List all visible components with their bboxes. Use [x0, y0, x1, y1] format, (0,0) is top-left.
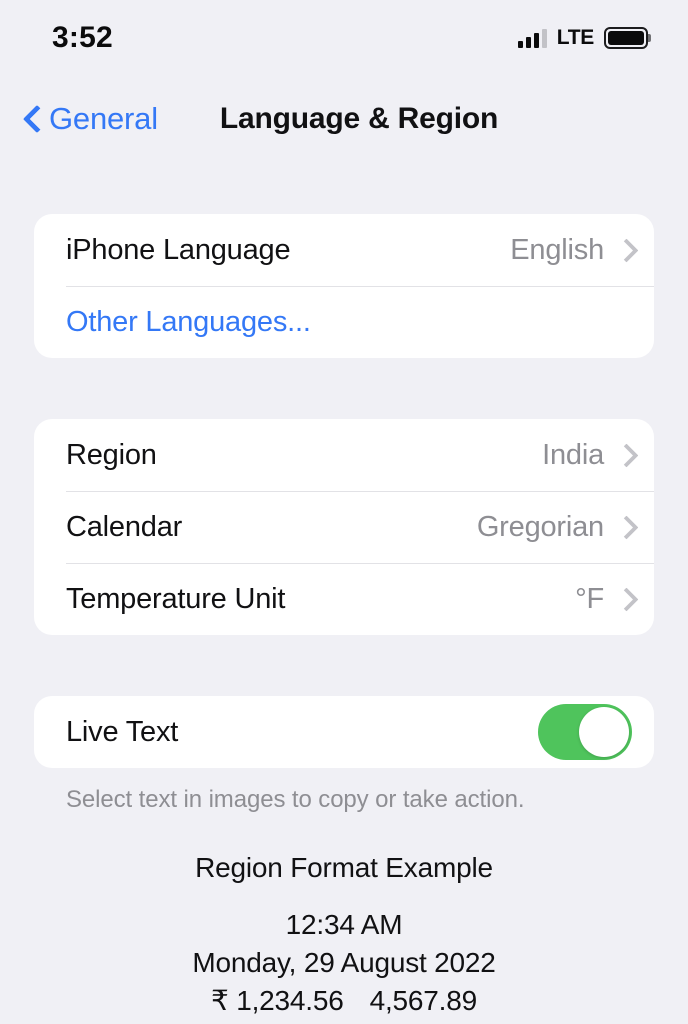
row-region[interactable]: Region India [34, 419, 654, 491]
row-accessory: India [542, 439, 632, 472]
live-text-toggle[interactable] [538, 704, 632, 760]
row-label: iPhone Language [66, 233, 291, 266]
region-format-title: Region Format Example [195, 852, 493, 883]
region-format-numbers: ₹ 1,234.56 4,567.89 [0, 982, 688, 1020]
row-label: Other Languages... [66, 305, 311, 338]
language-group: iPhone Language English Other Languages.… [34, 214, 654, 358]
settings-content: iPhone Language English Other Languages.… [0, 162, 688, 1019]
navigation-bar: General Language & Region [0, 76, 688, 162]
row-accessory: English [510, 234, 632, 267]
row-value: India [542, 438, 604, 471]
row-temperature-unit[interactable]: Temperature Unit °F [34, 563, 654, 635]
row-accessory: Gregorian [477, 511, 632, 544]
chevron-right-icon [618, 443, 632, 467]
signal-bars-icon [517, 28, 547, 48]
region-format-time: 12:34 AM [285, 909, 403, 940]
chevron-right-icon [618, 515, 632, 539]
status-bar: 3:52 LTE [0, 0, 688, 76]
live-text-footnote: Select text in images to copy or take ac… [66, 786, 525, 813]
page-title: Language & Region [219, 102, 499, 135]
chevron-right-icon [618, 238, 632, 262]
status-bar-indicators: LTE [517, 26, 651, 50]
row-label: Calendar [66, 510, 183, 543]
toggle-knob [579, 707, 629, 757]
network-type-label: LTE [556, 26, 595, 49]
region-format-currency: ₹ 1,234.56 [211, 984, 344, 1016]
row-live-text: Live Text [34, 696, 654, 768]
region-format-number: 4,567.89 [369, 984, 478, 1016]
row-label: Temperature Unit [66, 582, 286, 615]
region-format-date: Monday, 29 August 2022 [192, 946, 496, 978]
status-bar-time: 3:52 [52, 21, 113, 54]
row-iphone-language[interactable]: iPhone Language English [34, 214, 654, 286]
live-text-group: Live Text [34, 696, 654, 768]
row-label: Live Text [66, 715, 179, 748]
row-other-languages[interactable]: Other Languages... [34, 286, 654, 358]
settings-screen: 3:52 LTE General Language & Region iPhon… [0, 0, 688, 1024]
row-value: °F [575, 582, 604, 615]
chevron-right-icon [618, 587, 632, 611]
battery-full-icon [604, 27, 651, 49]
row-calendar[interactable]: Calendar Gregorian [34, 491, 654, 563]
region-group: Region India Calendar Gregorian Temperat… [34, 419, 654, 635]
row-accessory: °F [575, 583, 632, 616]
row-value: English [510, 233, 604, 266]
region-format-example: Region Format Example 12:34 AM Monday, 2… [0, 814, 688, 1019]
row-value: Gregorian [476, 510, 604, 543]
row-label: Region [66, 438, 157, 471]
